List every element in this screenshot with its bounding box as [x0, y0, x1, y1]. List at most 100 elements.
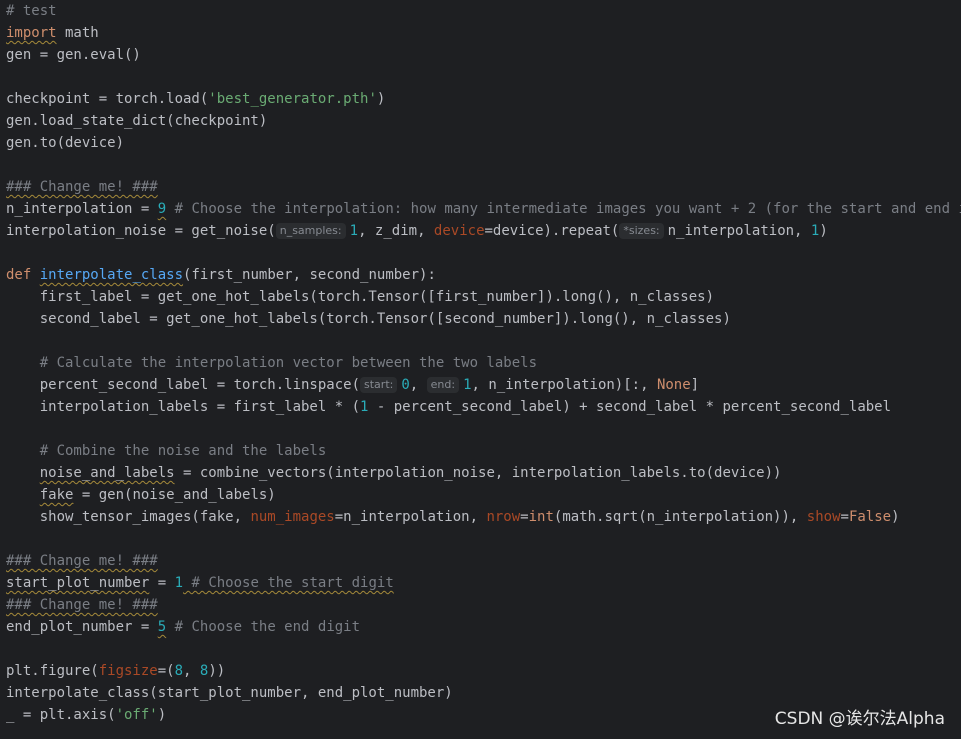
code-line[interactable]: plt.figure(figsize=(8, 8)) — [6, 660, 961, 682]
code-line-empty[interactable] — [6, 242, 961, 264]
code-text: ] — [690, 377, 700, 393]
code-line[interactable]: def interpolate_class(first_number, seco… — [6, 264, 961, 286]
code-line-empty[interactable] — [6, 66, 961, 88]
number-literal: 9 — [157, 201, 167, 217]
code-text: n_interpolation — [6, 201, 133, 217]
code-text: (first_number, second_number): — [183, 267, 436, 283]
code-text: =device).repeat( — [484, 223, 620, 239]
code-line[interactable]: interpolation_noise = get_noise(n_sample… — [6, 220, 961, 242]
code-line[interactable]: # test — [6, 0, 961, 22]
comment: # Choose the start digit — [183, 575, 394, 591]
number-literal: 0 — [401, 377, 410, 393]
keyword-argument: device — [433, 223, 485, 239]
code-text: gen.to(device) — [6, 135, 125, 151]
variable-name: fake — [39, 487, 74, 503]
code-text: = gen(noise_and_labels) — [73, 487, 276, 503]
parameter-hint: start: — [360, 377, 398, 393]
function-name: interpolate_class — [39, 267, 184, 283]
code-text: plt.figure( — [6, 663, 99, 679]
variable-name: start_plot_number — [6, 575, 150, 591]
code-text: = — [132, 201, 158, 217]
code-text: ) — [819, 223, 828, 239]
comment: ### Change me! ### — [6, 553, 158, 569]
parameter-hint: end: — [426, 377, 460, 393]
code-text: gen = gen.eval() — [6, 47, 141, 63]
code-line[interactable]: # Calculate the interpolation vector bet… — [6, 352, 961, 374]
code-line[interactable]: n_interpolation = 9 # Choose the interpo… — [6, 198, 961, 220]
parameter-hint: n_samples: — [275, 223, 346, 239]
comment: # test — [6, 3, 57, 19]
code-line[interactable]: fake = gen(noise_and_labels) — [6, 484, 961, 506]
code-text: = — [520, 509, 529, 525]
code-line[interactable]: noise_and_labels = combine_vectors(inter… — [6, 462, 961, 484]
code-text: , — [183, 663, 200, 679]
string-literal: 'off' — [115, 707, 158, 723]
code-text: (math.sqrt(n_interpolation)), — [553, 509, 807, 525]
parameter-hint: *sizes: — [619, 223, 664, 239]
code-text: math — [56, 25, 99, 41]
code-line[interactable]: gen.to(device) — [6, 132, 961, 154]
comment: ### Change me! ### — [6, 179, 158, 195]
code-line-empty[interactable] — [6, 528, 961, 550]
code-line[interactable]: second_label = get_one_hot_labels(torch.… — [6, 308, 961, 330]
code-text: ) — [157, 707, 167, 723]
code-text: show_tensor_images(fake, — [6, 509, 251, 525]
code-line[interactable]: ### Change me! ### — [6, 594, 961, 616]
builtin: int — [528, 509, 554, 525]
keyword: False — [848, 509, 892, 525]
code-line[interactable]: first_label = get_one_hot_labels(torch.T… — [6, 286, 961, 308]
code-text: = combine_vectors(interpolation_noise, i… — [174, 465, 782, 481]
number-literal: 8 — [174, 663, 184, 679]
code-text: first_label = get_one_hot_labels(torch.T… — [6, 289, 715, 305]
code-line-empty[interactable] — [6, 330, 961, 352]
code-line[interactable]: import math — [6, 22, 961, 44]
code-line[interactable]: start_plot_number = 1 # Choose the start… — [6, 572, 961, 594]
code-line[interactable]: # Combine the noise and the labels — [6, 440, 961, 462]
code-line-empty[interactable] — [6, 638, 961, 660]
code-line[interactable]: ### Change me! ### — [6, 550, 961, 572]
code-text: , z_dim, — [358, 223, 434, 239]
code-line[interactable]: ### Change me! ### — [6, 176, 961, 198]
code-line[interactable]: interpolation_labels = first_label * (1 … — [6, 396, 961, 418]
code-editor[interactable]: # test import math gen = gen.eval() chec… — [6, 0, 961, 739]
comment: # Choose the interpolation: how many int… — [166, 201, 961, 217]
code-text: ) — [376, 91, 386, 107]
comment: ### Change me! ### — [6, 597, 158, 613]
string-literal: 'best_generator.pth' — [208, 91, 377, 107]
keyword-argument: num_images — [250, 509, 335, 525]
code-text: percent_second_label = torch.linspace( — [6, 377, 361, 393]
number-literal: 1 — [349, 223, 359, 239]
code-line[interactable]: show_tensor_images(fake, num_images=n_in… — [6, 506, 961, 528]
code-text: - percent_second_label) + second_label *… — [368, 399, 892, 415]
number-literal: 5 — [157, 619, 167, 635]
code-line[interactable]: interpolate_class(start_plot_number, end… — [6, 682, 961, 704]
code-text: = — [132, 619, 158, 635]
code-text: , — [409, 377, 427, 393]
code-line[interactable]: percent_second_label = torch.linspace(st… — [6, 374, 961, 396]
code-line-empty[interactable] — [6, 154, 961, 176]
keyword: None — [656, 377, 691, 393]
code-line[interactable]: end_plot_number = 5 # Choose the end dig… — [6, 616, 961, 638]
code-line[interactable]: checkpoint = torch.load('best_generator.… — [6, 88, 961, 110]
code-text: gen.load_state_dict(checkpoint) — [6, 113, 268, 129]
code-text: interpolation_labels = first_label * ( — [6, 399, 361, 415]
comment: # Choose the end digit — [166, 619, 361, 635]
code-text: interpolation_noise = get_noise( — [6, 223, 276, 239]
code-text: =n_interpolation, — [334, 509, 487, 525]
code-text: ) — [891, 509, 900, 525]
variable-name: noise_and_labels — [39, 465, 175, 481]
comment: # Calculate the interpolation vector bet… — [6, 355, 538, 371]
code-line[interactable]: gen = gen.eval() — [6, 44, 961, 66]
keyword-argument: nrow — [486, 509, 521, 525]
code-line-empty[interactable] — [6, 418, 961, 440]
code-text: = — [149, 575, 175, 591]
code-text: interpolate_class(start_plot_number, end… — [6, 685, 453, 701]
code-line[interactable]: gen.load_state_dict(checkpoint) — [6, 110, 961, 132]
keyword-argument: show — [806, 509, 841, 525]
comment: # Combine the noise and the labels — [6, 443, 327, 459]
keyword-argument: figsize — [98, 663, 158, 679]
code-text: n_interpolation, — [667, 223, 811, 239]
number-literal: 1 — [174, 575, 184, 591]
keyword: import — [6, 25, 57, 41]
